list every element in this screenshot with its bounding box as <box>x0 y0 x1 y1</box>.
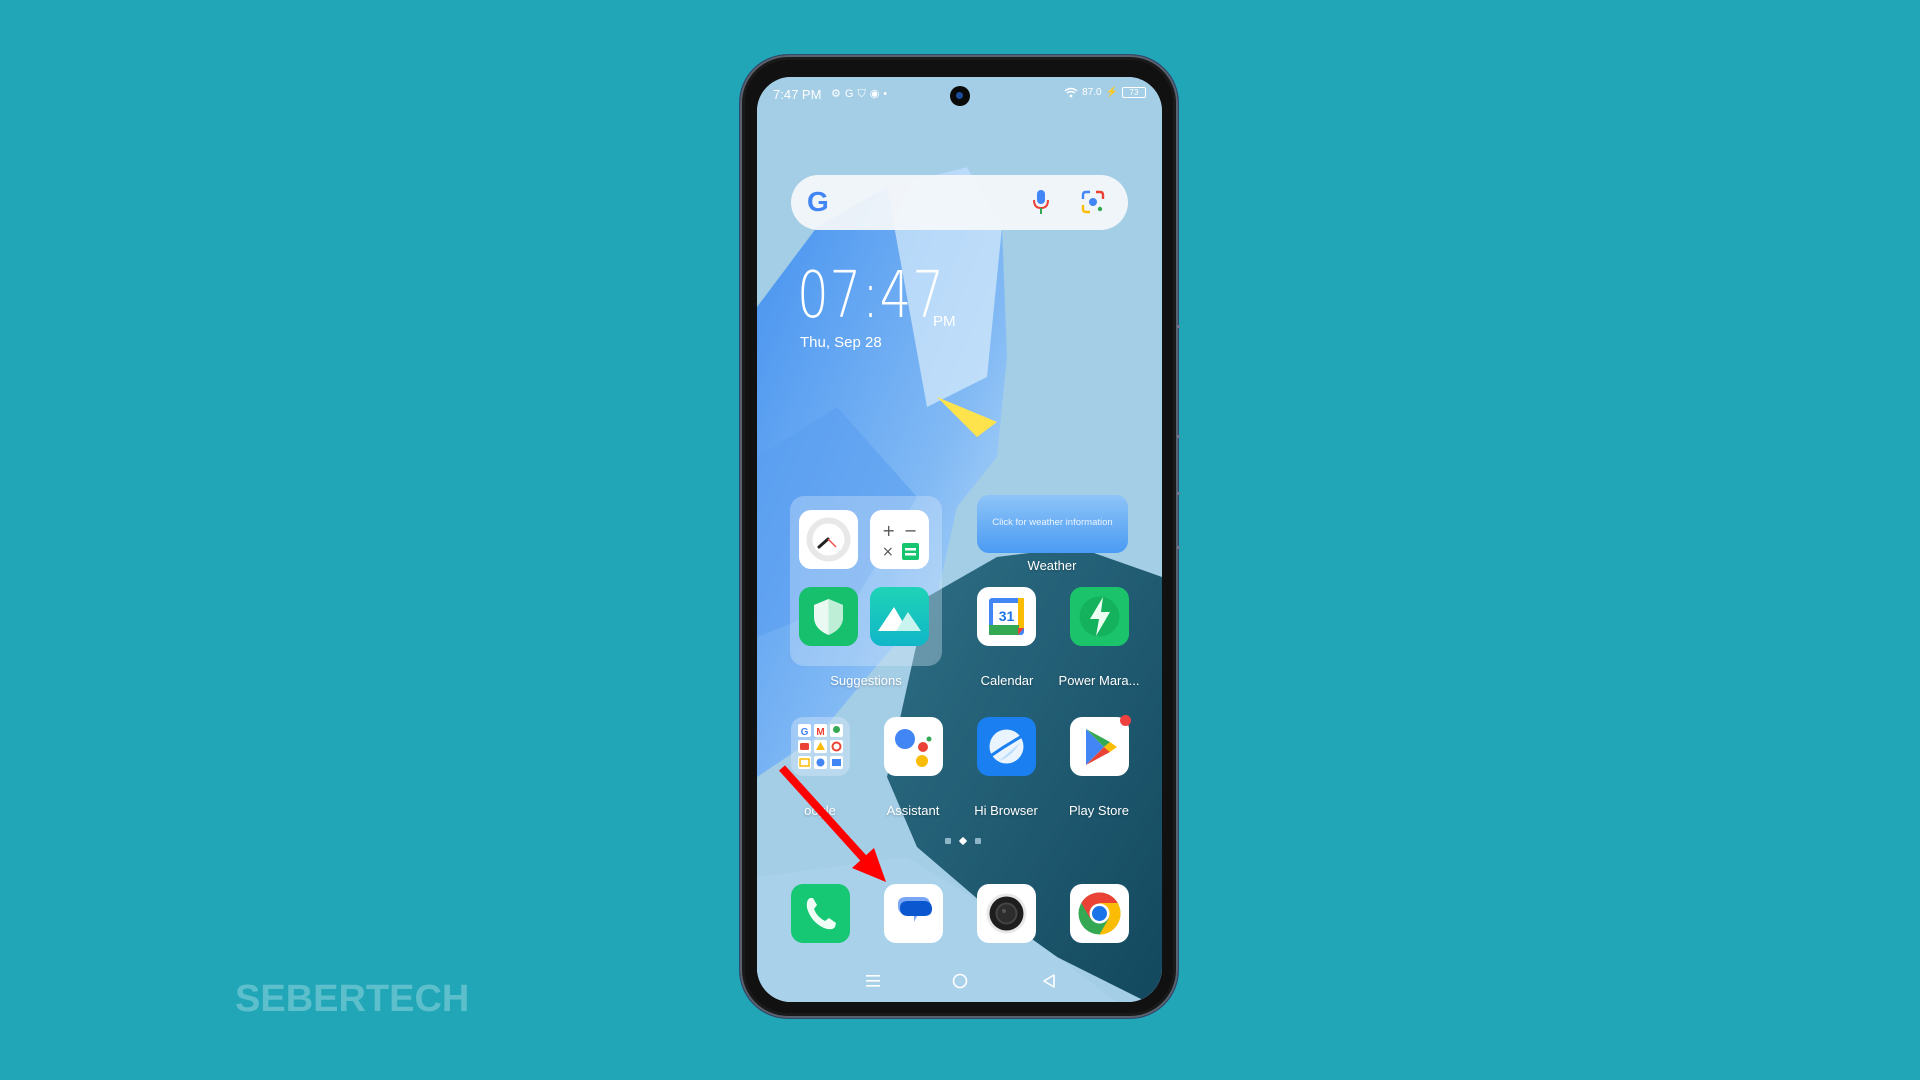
folder-google[interactable]: G M <box>791 717 850 776</box>
watermark: SEBERTECH <box>235 978 470 1020</box>
status-right: 87.0 ⚡ 73 <box>1064 87 1146 98</box>
app-assistant-label: Assistant <box>886 803 940 818</box>
weather-label: Weather <box>1027 558 1077 573</box>
charging-icon: ⚡ <box>1105 87 1118 98</box>
assistant-icon <box>895 729 932 767</box>
folder-google-label: oogle <box>804 803 836 818</box>
svg-text:+: + <box>882 521 895 540</box>
svg-text:31: 31 <box>999 608 1015 624</box>
clock-time[interactable]: 07:47 <box>797 259 945 333</box>
app-calendar-label: Calendar <box>980 673 1034 688</box>
calendar-icon: 31 <box>989 598 1024 635</box>
svg-text:−: − <box>904 521 917 540</box>
app-icon: ◉ <box>869 88 884 100</box>
side-button <box>1177 325 1180 328</box>
dot-icon: • <box>883 88 892 100</box>
menu-icon[interactable] <box>865 973 881 994</box>
gallery-icon[interactable] <box>870 587 929 646</box>
shield-icon: ⛉ <box>857 88 870 100</box>
page-dot[interactable] <box>945 838 951 844</box>
home-icon[interactable] <box>952 973 968 994</box>
app-play-store[interactable] <box>1070 715 1131 776</box>
dock-chrome[interactable] <box>1070 884 1129 943</box>
google-search-bar[interactable]: G <box>791 175 1128 230</box>
security-icon[interactable] <box>799 587 858 646</box>
dock-phone[interactable] <box>791 884 850 943</box>
svg-text:G: G <box>801 727 809 738</box>
battery-icon: 73 <box>1122 87 1146 98</box>
google-icon: G <box>844 88 858 100</box>
page-dot[interactable] <box>975 838 981 844</box>
clock-ampm: PM <box>933 313 956 330</box>
page-indicator[interactable] <box>945 836 981 846</box>
messages-icon <box>898 897 932 922</box>
status-time: 7:47 PM <box>773 87 822 102</box>
side-button <box>1177 492 1180 495</box>
camera-icon <box>986 893 1027 934</box>
front-camera <box>950 86 970 106</box>
side-button <box>1177 435 1180 438</box>
app-play-store-label: Play Store <box>1069 803 1129 818</box>
phone-screen: 7:47 PM ⚙G⛉◉• 87.0 ⚡ 73 G 07:47 PM Thu, … <box>757 77 1162 1002</box>
back-icon[interactable] <box>1041 973 1057 994</box>
gear-icon: ⚙ <box>831 88 845 100</box>
lens-icon[interactable] <box>1081 190 1105 214</box>
svg-text:M: M <box>816 727 824 738</box>
weather-widget[interactable]: Click for weather information <box>977 495 1128 553</box>
google-logo-icon: G <box>807 186 829 217</box>
folder-suggestions[interactable]: + − × <box>790 496 942 666</box>
mic-icon[interactable] <box>1033 189 1049 215</box>
app-calendar[interactable]: 31 <box>977 587 1036 646</box>
wifi-icon <box>1064 87 1078 98</box>
lightning-icon <box>1079 596 1120 637</box>
app-hi-browser[interactable] <box>977 717 1036 776</box>
calculator-icon[interactable]: + − × <box>870 510 929 569</box>
clock-icon[interactable] <box>799 510 858 569</box>
google-folder-icon: G M <box>798 724 843 769</box>
folder-suggestions-label: Suggestions <box>830 673 902 688</box>
weather-widget-text: Click for weather information <box>992 517 1113 528</box>
svg-text:×: × <box>882 544 894 560</box>
app-power-manager-label: Power Mara... <box>1058 673 1140 688</box>
play-store-icon <box>1086 729 1117 765</box>
app-hi-browser-label: Hi Browser <box>974 803 1038 818</box>
browser-icon <box>988 729 1025 764</box>
app-power-manager[interactable] <box>1070 587 1129 646</box>
page-dot-active[interactable] <box>958 836 968 846</box>
side-button <box>1177 546 1180 549</box>
clock-date: Thu, Sep 28 <box>800 334 882 351</box>
phone-icon <box>806 898 836 930</box>
app-assistant[interactable] <box>884 717 943 776</box>
dock-camera[interactable] <box>977 884 1036 943</box>
notification-badge <box>1120 715 1131 726</box>
notification-icons: ⚙G⛉◉• <box>831 87 891 101</box>
network-speed: 87.0 <box>1082 87 1102 98</box>
chrome-icon <box>1078 892 1121 935</box>
dock-messages[interactable] <box>884 884 943 943</box>
